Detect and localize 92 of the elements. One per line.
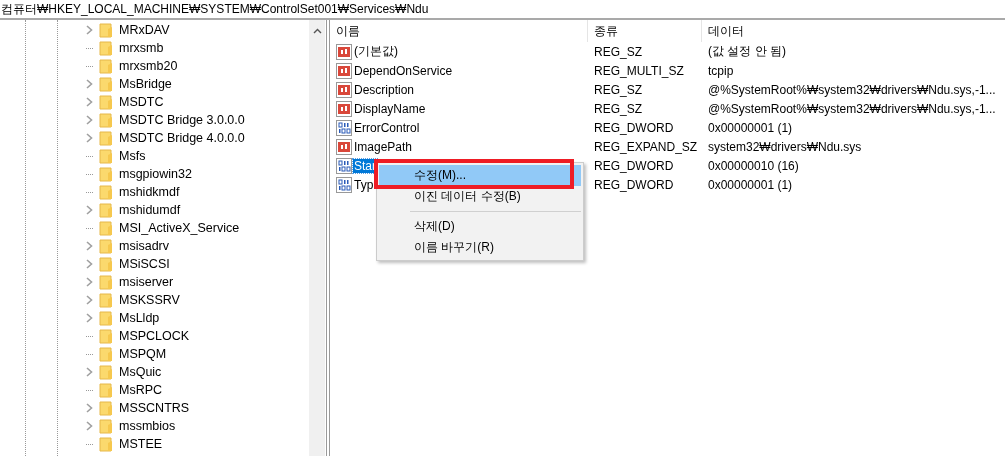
value-data: 0x00000001 (1) xyxy=(707,177,794,192)
folder-icon xyxy=(99,382,113,398)
folder-icon xyxy=(99,130,113,146)
folder-icon xyxy=(99,202,113,218)
tree-item[interactable]: msiserver xyxy=(119,275,174,289)
value-data: system32₩drivers₩Ndu.sys xyxy=(707,139,863,154)
menu-item[interactable]: 이름 바꾸기(R) xyxy=(379,237,581,258)
folder-icon xyxy=(99,58,113,74)
chevron-icon[interactable] xyxy=(85,25,93,35)
tree-item[interactable]: MsBridge xyxy=(119,77,172,91)
folder-icon xyxy=(99,364,113,380)
tree-item[interactable]: MsQuic xyxy=(119,365,162,379)
tree-item[interactable]: MSTEE xyxy=(119,437,163,451)
tree-item[interactable]: MSDTC Bridge 3.0.0.0 xyxy=(119,113,245,127)
value-name[interactable]: Typ xyxy=(353,177,375,192)
tree-item[interactable]: mrxsmb xyxy=(119,41,164,55)
folder-icon xyxy=(99,310,113,326)
value-type: REG_MULTI_SZ xyxy=(593,63,685,78)
value-name[interactable]: (기본값) xyxy=(353,43,399,60)
tree-item[interactable]: MRxDAV xyxy=(119,23,170,37)
folder-icon xyxy=(99,256,113,272)
folder-icon xyxy=(99,148,113,164)
tree-item[interactable]: Msfs xyxy=(119,149,146,163)
folder-icon xyxy=(99,292,113,308)
folder-icon xyxy=(99,418,113,434)
menu-item[interactable]: 삭제(D) xyxy=(379,216,581,237)
tree-item[interactable]: MSSCNTRS xyxy=(119,401,190,415)
value-type: REG_SZ xyxy=(593,44,643,59)
value-data: @%SystemRoot%₩system32₩drivers₩Ndu.sys,-1... xyxy=(707,82,997,97)
folder-icon xyxy=(99,436,113,452)
tree-item[interactable]: mshidumdf xyxy=(119,203,181,217)
value-data: 0x00000001 (1) xyxy=(707,120,794,135)
string-value-icon xyxy=(336,62,352,79)
address-bar[interactable]: 컴퓨터₩HKEY_LOCAL_MACHINE₩SYSTEM₩ControlSet001₩Services₩Ndu xyxy=(0,0,1005,20)
value-data: @%SystemRoot%₩system32₩drivers₩Ndu.sys,-1... xyxy=(707,101,997,116)
tree-item[interactable]: MSI_ActiveX_Service xyxy=(119,221,240,235)
tree-item[interactable]: MSPCLOCK xyxy=(119,329,190,343)
string-value-icon xyxy=(336,43,352,60)
tree-item[interactable]: MSDTC Bridge 4.0.0.0 xyxy=(119,131,245,145)
value-name[interactable]: ErrorControl xyxy=(353,120,421,135)
value-name[interactable]: Star xyxy=(353,158,377,173)
value-data: (값 설정 안 됨) xyxy=(707,43,787,60)
column-header[interactable]: 종류 xyxy=(588,20,702,42)
value-data: 0x00000010 (16) xyxy=(707,158,800,173)
folder-icon xyxy=(99,94,113,110)
string-value-icon xyxy=(336,138,352,155)
value-name[interactable]: DisplayName xyxy=(353,101,427,116)
value-type: REG_SZ xyxy=(593,82,643,97)
value-type: REG_DWORD xyxy=(593,177,675,192)
folder-icon xyxy=(99,76,113,92)
string-value-icon xyxy=(336,81,352,98)
chevron-icon[interactable] xyxy=(85,367,93,377)
folder-icon xyxy=(99,400,113,416)
scroll-up-icon[interactable] xyxy=(312,28,322,34)
tree-item[interactable]: MsLldp xyxy=(119,311,160,325)
tree-item[interactable]: mssmbios xyxy=(119,419,176,433)
chevron-icon[interactable] xyxy=(85,205,93,215)
value-type: REG_DWORD xyxy=(593,158,675,173)
tree-item[interactable]: MSiSCSI xyxy=(119,257,170,271)
folder-icon xyxy=(99,238,113,254)
tree-item[interactable]: msisadrv xyxy=(119,239,169,253)
folder-icon xyxy=(99,220,113,236)
value-name[interactable]: Description xyxy=(353,82,416,97)
tree-item[interactable]: mshidkmdf xyxy=(119,185,180,199)
folder-icon xyxy=(99,112,113,128)
binary-value-icon xyxy=(336,119,352,136)
column-header[interactable]: 데이터 xyxy=(702,20,1005,42)
binary-value-icon xyxy=(336,176,352,193)
tree-item[interactable]: MSKSSRV xyxy=(119,293,180,307)
value-name[interactable]: ImagePath xyxy=(353,139,414,154)
value-data: tcpip xyxy=(707,63,735,78)
value-type: REG_DWORD xyxy=(593,120,675,135)
folder-icon xyxy=(99,346,113,362)
string-value-icon xyxy=(336,100,352,117)
folder-icon xyxy=(99,274,113,290)
folder-icon xyxy=(99,166,113,182)
binary-value-icon xyxy=(336,157,352,174)
value-name[interactable]: DependOnService xyxy=(353,63,454,78)
column-header[interactable]: 이름 xyxy=(330,20,588,42)
scrollbar[interactable] xyxy=(309,20,325,456)
folder-icon xyxy=(99,22,113,38)
value-type: REG_EXPAND_SZ xyxy=(593,139,699,154)
tree-item[interactable]: mrxsmb20 xyxy=(119,59,178,73)
tree-item[interactable]: MSDTC xyxy=(119,95,164,109)
tree-item[interactable]: msgpiowin32 xyxy=(119,167,192,181)
folder-icon xyxy=(99,184,113,200)
folder-icon xyxy=(99,40,113,56)
tree-item[interactable]: MSPQM xyxy=(119,347,167,361)
menu-item[interactable]: 이진 데이터 수정(B) xyxy=(379,186,581,207)
value-type: REG_SZ xyxy=(593,101,643,116)
tree-item[interactable]: MsRPC xyxy=(119,383,163,397)
folder-icon xyxy=(99,328,113,344)
